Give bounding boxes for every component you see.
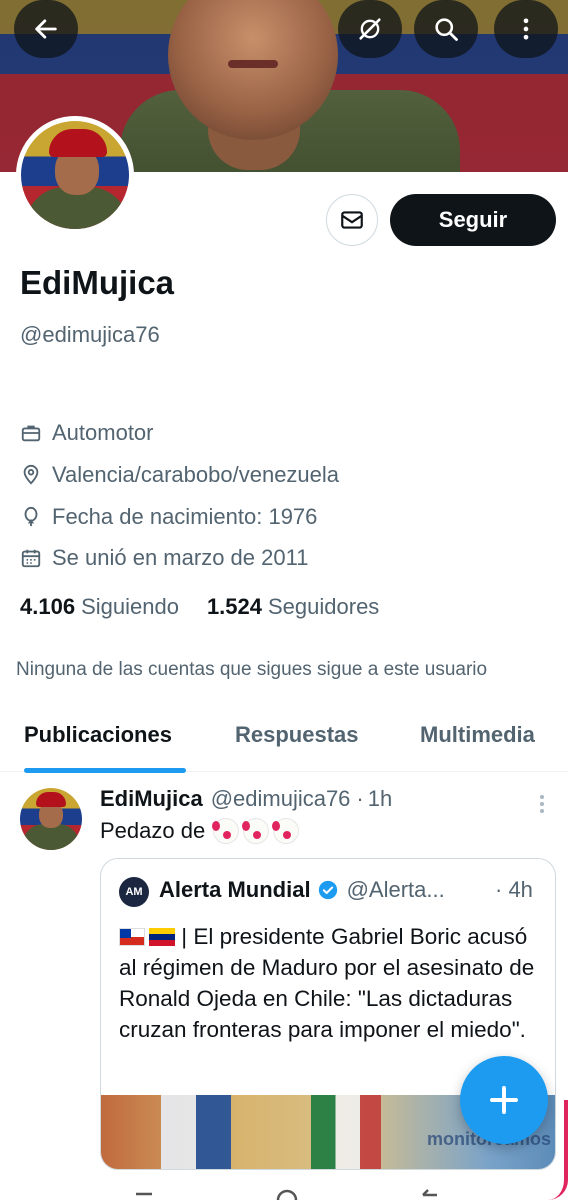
post-separator: · [356,786,364,811]
following-link[interactable]: 4.106 Siguiendo [20,594,179,620]
system-nav-bar [0,1170,568,1200]
calendar-icon [21,549,41,568]
compose-button[interactable] [460,1056,548,1144]
media-flag [161,1095,231,1169]
profile-name: EdiMujica [20,264,175,301]
location-pin-icon [23,464,39,485]
back-button[interactable] [14,0,78,58]
more-vertical-icon [523,18,529,40]
grok-button[interactable] [338,0,402,58]
search-icon [435,18,458,41]
post-author[interactable]: EdiMujica [100,786,203,812]
post-time[interactable]: 1h [368,786,392,812]
profile-birth-text: Fecha de nacimiento: 1976 [52,504,318,529]
followers-link[interactable]: 1.524 Seguidores [207,594,379,620]
post-avatar[interactable] [20,788,82,850]
back-nav-icon[interactable] [420,1188,444,1200]
plus-icon [490,1086,518,1114]
briefcase-icon [21,425,41,442]
post-text: Pedazo de [100,818,300,844]
quote-text-body: | El presidente Gabriel Boric acusó al r… [119,924,535,1042]
avatar-beret [49,129,107,157]
mutual-followers-note: Ninguna de las cuentas que sigues sigue … [16,659,488,680]
quote-header: Alerta Mundial @Alerta... [159,877,445,903]
active-tab-indicator [24,768,186,773]
media-flag [311,1095,381,1169]
tab-multimedia[interactable]: Multimedia [420,722,535,748]
recent-apps-icon[interactable] [132,1188,156,1200]
quote-handle: @Alerta... [346,877,445,902]
more-options-button[interactable] [494,0,558,58]
clown-face-emoji [272,818,300,844]
avatar-beret [36,792,66,807]
message-button[interactable] [326,194,378,246]
profile-avatar[interactable] [16,116,134,234]
following-count: 4.106 [20,594,76,619]
profile-tabs: Publicaciones Respuestas Multimedia [0,704,568,773]
post-more-icon[interactable] [530,790,554,818]
flag-venezuela-emoji [149,928,175,946]
verified-badge-icon [318,880,337,900]
quote-author: Alerta Mundial [159,877,311,902]
profile-location: Valencia/carabobo/venezuela [20,462,339,488]
grok-icon [359,18,381,40]
post-handle[interactable]: @edimujica76 [211,786,351,812]
profile-joined: Se unió en marzo de 2011 [20,545,308,571]
profile-job-text: Automotor [52,420,154,445]
tab-respuestas[interactable]: Respuestas [235,722,359,748]
quote-text: | El presidente Gabriel Boric acusó al r… [119,921,537,1045]
profile-job: Automotor [20,420,154,446]
post-text-body: Pedazo de [100,818,206,843]
profile-handle: @edimujica76 [20,322,160,347]
following-label: Siguiendo [81,594,179,619]
follow-button[interactable]: Seguir [390,194,556,246]
tab-publicaciones[interactable]: Publicaciones [24,722,172,748]
edge-indicator [548,1100,568,1200]
profile-birth: Fecha de nacimiento: 1976 [20,504,317,530]
envelope-icon [341,211,363,229]
home-icon[interactable] [274,1188,300,1200]
clown-face-emoji [212,818,240,844]
arrow-left-icon [35,19,57,39]
clown-face-emoji [242,818,270,844]
follow-stats: 4.106 Siguiendo 1.524 Seguidores [20,594,407,620]
profile-joined-text: Se unió en marzo de 2011 [52,545,309,570]
followers-count: 1.524 [206,594,262,619]
quote-avatar: AM [119,877,149,907]
quote-time: · 4h [495,877,533,902]
followers-label: Seguidores [268,594,380,619]
profile-location-text: Valencia/carabobo/venezuela [52,462,340,487]
search-button[interactable] [414,0,478,58]
post-header: EdiMujica @edimujica76 · 1h [100,786,392,812]
banner-mouth [228,60,278,68]
flag-chile-emoji [119,928,145,946]
balloon-icon [24,506,38,527]
